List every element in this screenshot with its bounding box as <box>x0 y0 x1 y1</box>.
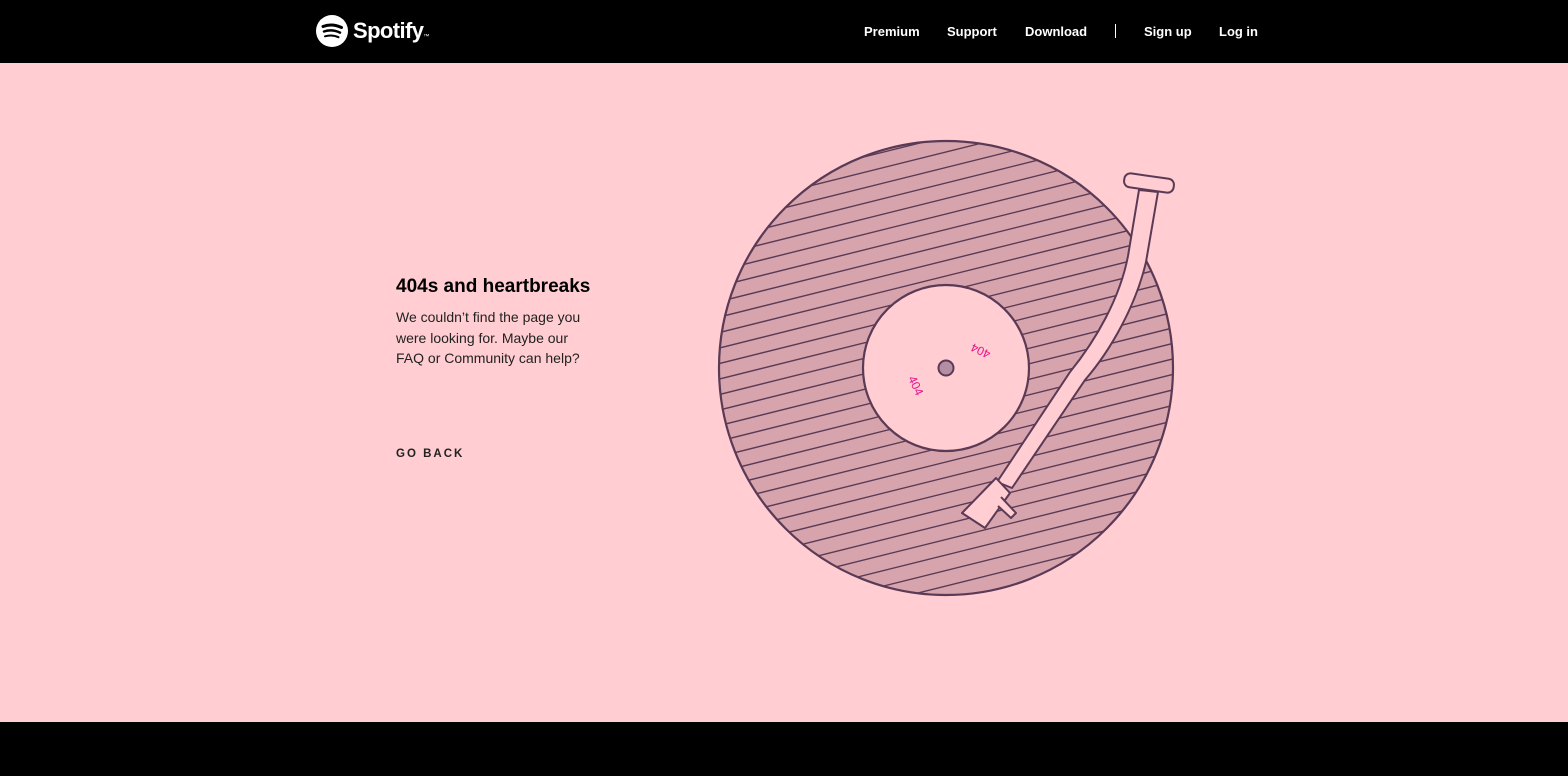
record-groove-line <box>719 583 1173 595</box>
record-spindle <box>937 359 955 377</box>
record-groove-line <box>626 0 1266 123</box>
record-groove-line <box>626 0 1266 108</box>
turntable-record-illustration: 404 404 <box>626 0 1266 597</box>
footer-bar <box>0 722 1568 776</box>
record-groove-line <box>719 141 1173 155</box>
tonearm-pivot <box>1123 172 1175 194</box>
record-groove-line <box>626 0 1266 139</box>
